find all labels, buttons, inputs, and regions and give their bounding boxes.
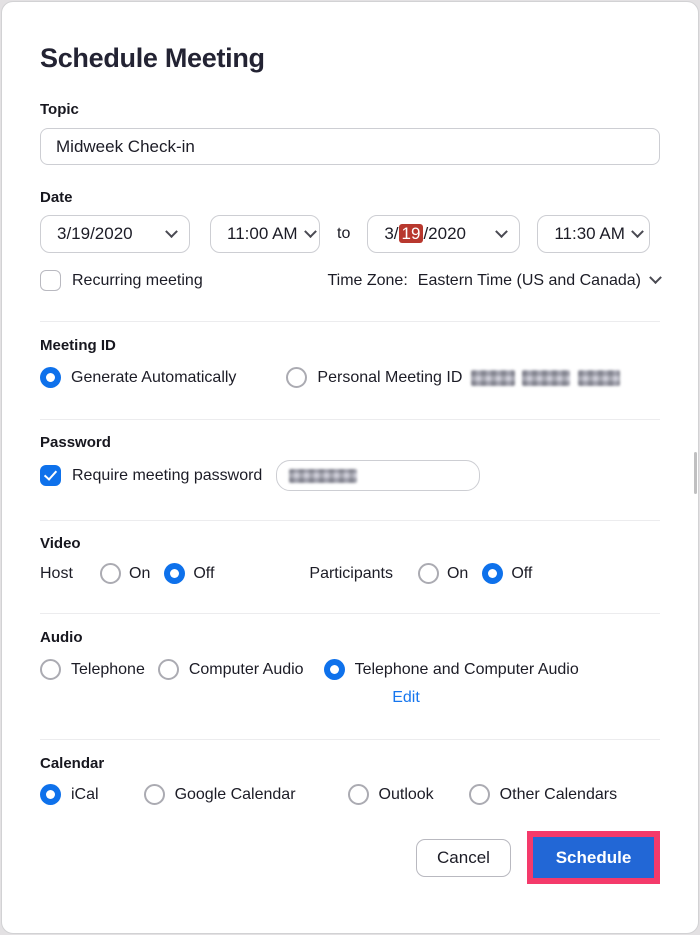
- radio-selected-icon[interactable]: [40, 784, 61, 805]
- radio-telephone[interactable]: Telephone: [40, 659, 145, 680]
- recurring-timezone-row: Recurring meeting Time Zone: Eastern Tim…: [40, 270, 662, 291]
- topic-input[interactable]: [40, 128, 660, 165]
- schedule-highlight-annotation: Schedule: [527, 831, 660, 884]
- divider: [40, 739, 660, 740]
- require-password-checkbox[interactable]: [40, 465, 61, 486]
- radio-unselected-icon[interactable]: [286, 367, 308, 388]
- button-row: Cancel Schedule: [40, 831, 660, 884]
- telephone-and-computer-audio-label: Telephone and Computer Audio: [354, 660, 579, 678]
- radio-host-video-on[interactable]: On: [100, 563, 150, 584]
- radio-unselected-icon[interactable]: [157, 659, 179, 680]
- radio-telephone-and-computer-audio[interactable]: Telephone and Computer Audio: [323, 659, 579, 680]
- other-calendars-label: Other Calendars: [499, 785, 618, 803]
- end-date-value: 3/19/2020: [384, 224, 466, 243]
- radio-unselected-icon[interactable]: [143, 784, 165, 805]
- date-label: Date: [40, 189, 73, 206]
- password-input[interactable]: [276, 460, 481, 491]
- radio-unselected-icon[interactable]: [100, 563, 121, 584]
- calendar-label: Calendar: [40, 755, 105, 772]
- schedule-button[interactable]: Schedule: [533, 837, 654, 878]
- radio-selected-icon[interactable]: [323, 659, 345, 680]
- schedule-meeting-dialog: Schedule Meeting Topic Date 3/19/2020 11…: [1, 1, 699, 934]
- cancel-button[interactable]: Cancel: [416, 838, 511, 877]
- radio-selected-icon[interactable]: [164, 563, 186, 584]
- recurring-label: Recurring meeting: [72, 271, 203, 289]
- participants-label: Participants: [309, 564, 393, 582]
- radio-generate-automatically[interactable]: Generate Automatically: [40, 367, 236, 388]
- chevron-down-icon: [495, 224, 509, 238]
- host-off-label: Off: [193, 564, 215, 582]
- outlook-label: Outlook: [378, 785, 434, 803]
- scrollbar-thumb[interactable]: [694, 452, 697, 494]
- meeting-id-options: Generate Automatically Personal Meeting …: [40, 367, 660, 388]
- start-date-select[interactable]: 3/19/2020: [40, 215, 190, 253]
- timezone-value: Eastern Time (US and Canada): [417, 271, 641, 289]
- radio-outlook[interactable]: Outlook: [347, 784, 434, 805]
- radio-unselected-icon[interactable]: [417, 563, 439, 584]
- password-label: Password: [40, 434, 111, 451]
- participants-off-label: Off: [511, 564, 533, 582]
- radio-participants-video-off[interactable]: Off: [482, 563, 532, 584]
- video-label: Video: [40, 535, 81, 552]
- page-title: Schedule Meeting: [40, 43, 265, 73]
- telephone-label: Telephone: [71, 660, 145, 678]
- start-time-select[interactable]: 11:00 AM: [210, 215, 320, 253]
- radio-google-calendar[interactable]: Google Calendar: [143, 784, 296, 805]
- topic-label: Topic: [40, 101, 79, 118]
- ical-label: iCal: [71, 785, 99, 803]
- participants-on-label: On: [446, 564, 469, 582]
- end-time-select[interactable]: 11:30 AM: [537, 215, 651, 253]
- radio-other-calendars[interactable]: Other Calendars: [468, 784, 618, 805]
- divider: [40, 321, 660, 322]
- video-row: Host On Off Participants On Off: [40, 563, 660, 584]
- google-calendar-label: Google Calendar: [174, 785, 296, 803]
- computer-audio-label: Computer Audio: [188, 660, 304, 678]
- generate-automatically-label: Generate Automatically: [71, 368, 237, 386]
- password-row: Require meeting password: [40, 460, 660, 491]
- redacted-password-value: [289, 468, 358, 483]
- radio-computer-audio[interactable]: Computer Audio: [157, 659, 304, 680]
- require-password-label: Require meeting password: [72, 466, 263, 484]
- audio-options: Telephone Computer Audio Telephone and C…: [40, 659, 660, 680]
- calendar-options: iCal Google Calendar Outlook Other Calen…: [40, 784, 660, 805]
- start-time-value: 11:00 AM: [227, 224, 298, 243]
- edit-link[interactable]: Edit: [392, 689, 420, 706]
- radio-ical[interactable]: iCal: [40, 784, 99, 805]
- end-time-value: 11:30 AM: [554, 224, 625, 243]
- selected-day-highlight: 19: [398, 224, 424, 243]
- radio-participants-video-on[interactable]: On: [417, 563, 469, 584]
- divider: [40, 613, 660, 614]
- radio-selected-icon[interactable]: [482, 563, 504, 584]
- start-date-value: 3/19/2020: [57, 224, 133, 243]
- divider: [40, 419, 660, 420]
- radio-unselected-icon[interactable]: [468, 784, 490, 805]
- radio-unselected-icon[interactable]: [40, 659, 61, 680]
- host-label: Host: [40, 564, 73, 582]
- radio-unselected-icon[interactable]: [347, 784, 369, 805]
- redacted-personal-meeting-id: [471, 369, 621, 386]
- chevron-down-icon: [303, 224, 317, 238]
- radio-host-video-off[interactable]: Off: [164, 563, 214, 584]
- host-on-label: On: [129, 564, 151, 582]
- date-row: 3/19/2020 11:00 AM to 3/19/2020 11:30 AM: [40, 215, 660, 253]
- timezone-label: Time Zone:: [327, 271, 408, 289]
- end-date-select[interactable]: 3/19/2020: [367, 215, 521, 253]
- to-label: to: [337, 225, 351, 242]
- divider: [40, 520, 660, 521]
- edit-row: Edit: [40, 689, 660, 707]
- chevron-down-icon: [649, 271, 662, 285]
- chevron-down-icon: [631, 224, 644, 238]
- recurring-checkbox[interactable]: [40, 270, 61, 291]
- personal-meeting-id-label: Personal Meeting ID: [317, 368, 463, 386]
- timezone-select[interactable]: Time Zone: Eastern Time (US and Canada): [327, 271, 662, 290]
- radio-selected-icon[interactable]: [40, 367, 61, 388]
- audio-label: Audio: [40, 629, 83, 646]
- radio-personal-meeting-id[interactable]: Personal Meeting ID: [286, 367, 621, 388]
- meeting-id-label: Meeting ID: [40, 337, 116, 354]
- chevron-down-icon: [165, 224, 178, 238]
